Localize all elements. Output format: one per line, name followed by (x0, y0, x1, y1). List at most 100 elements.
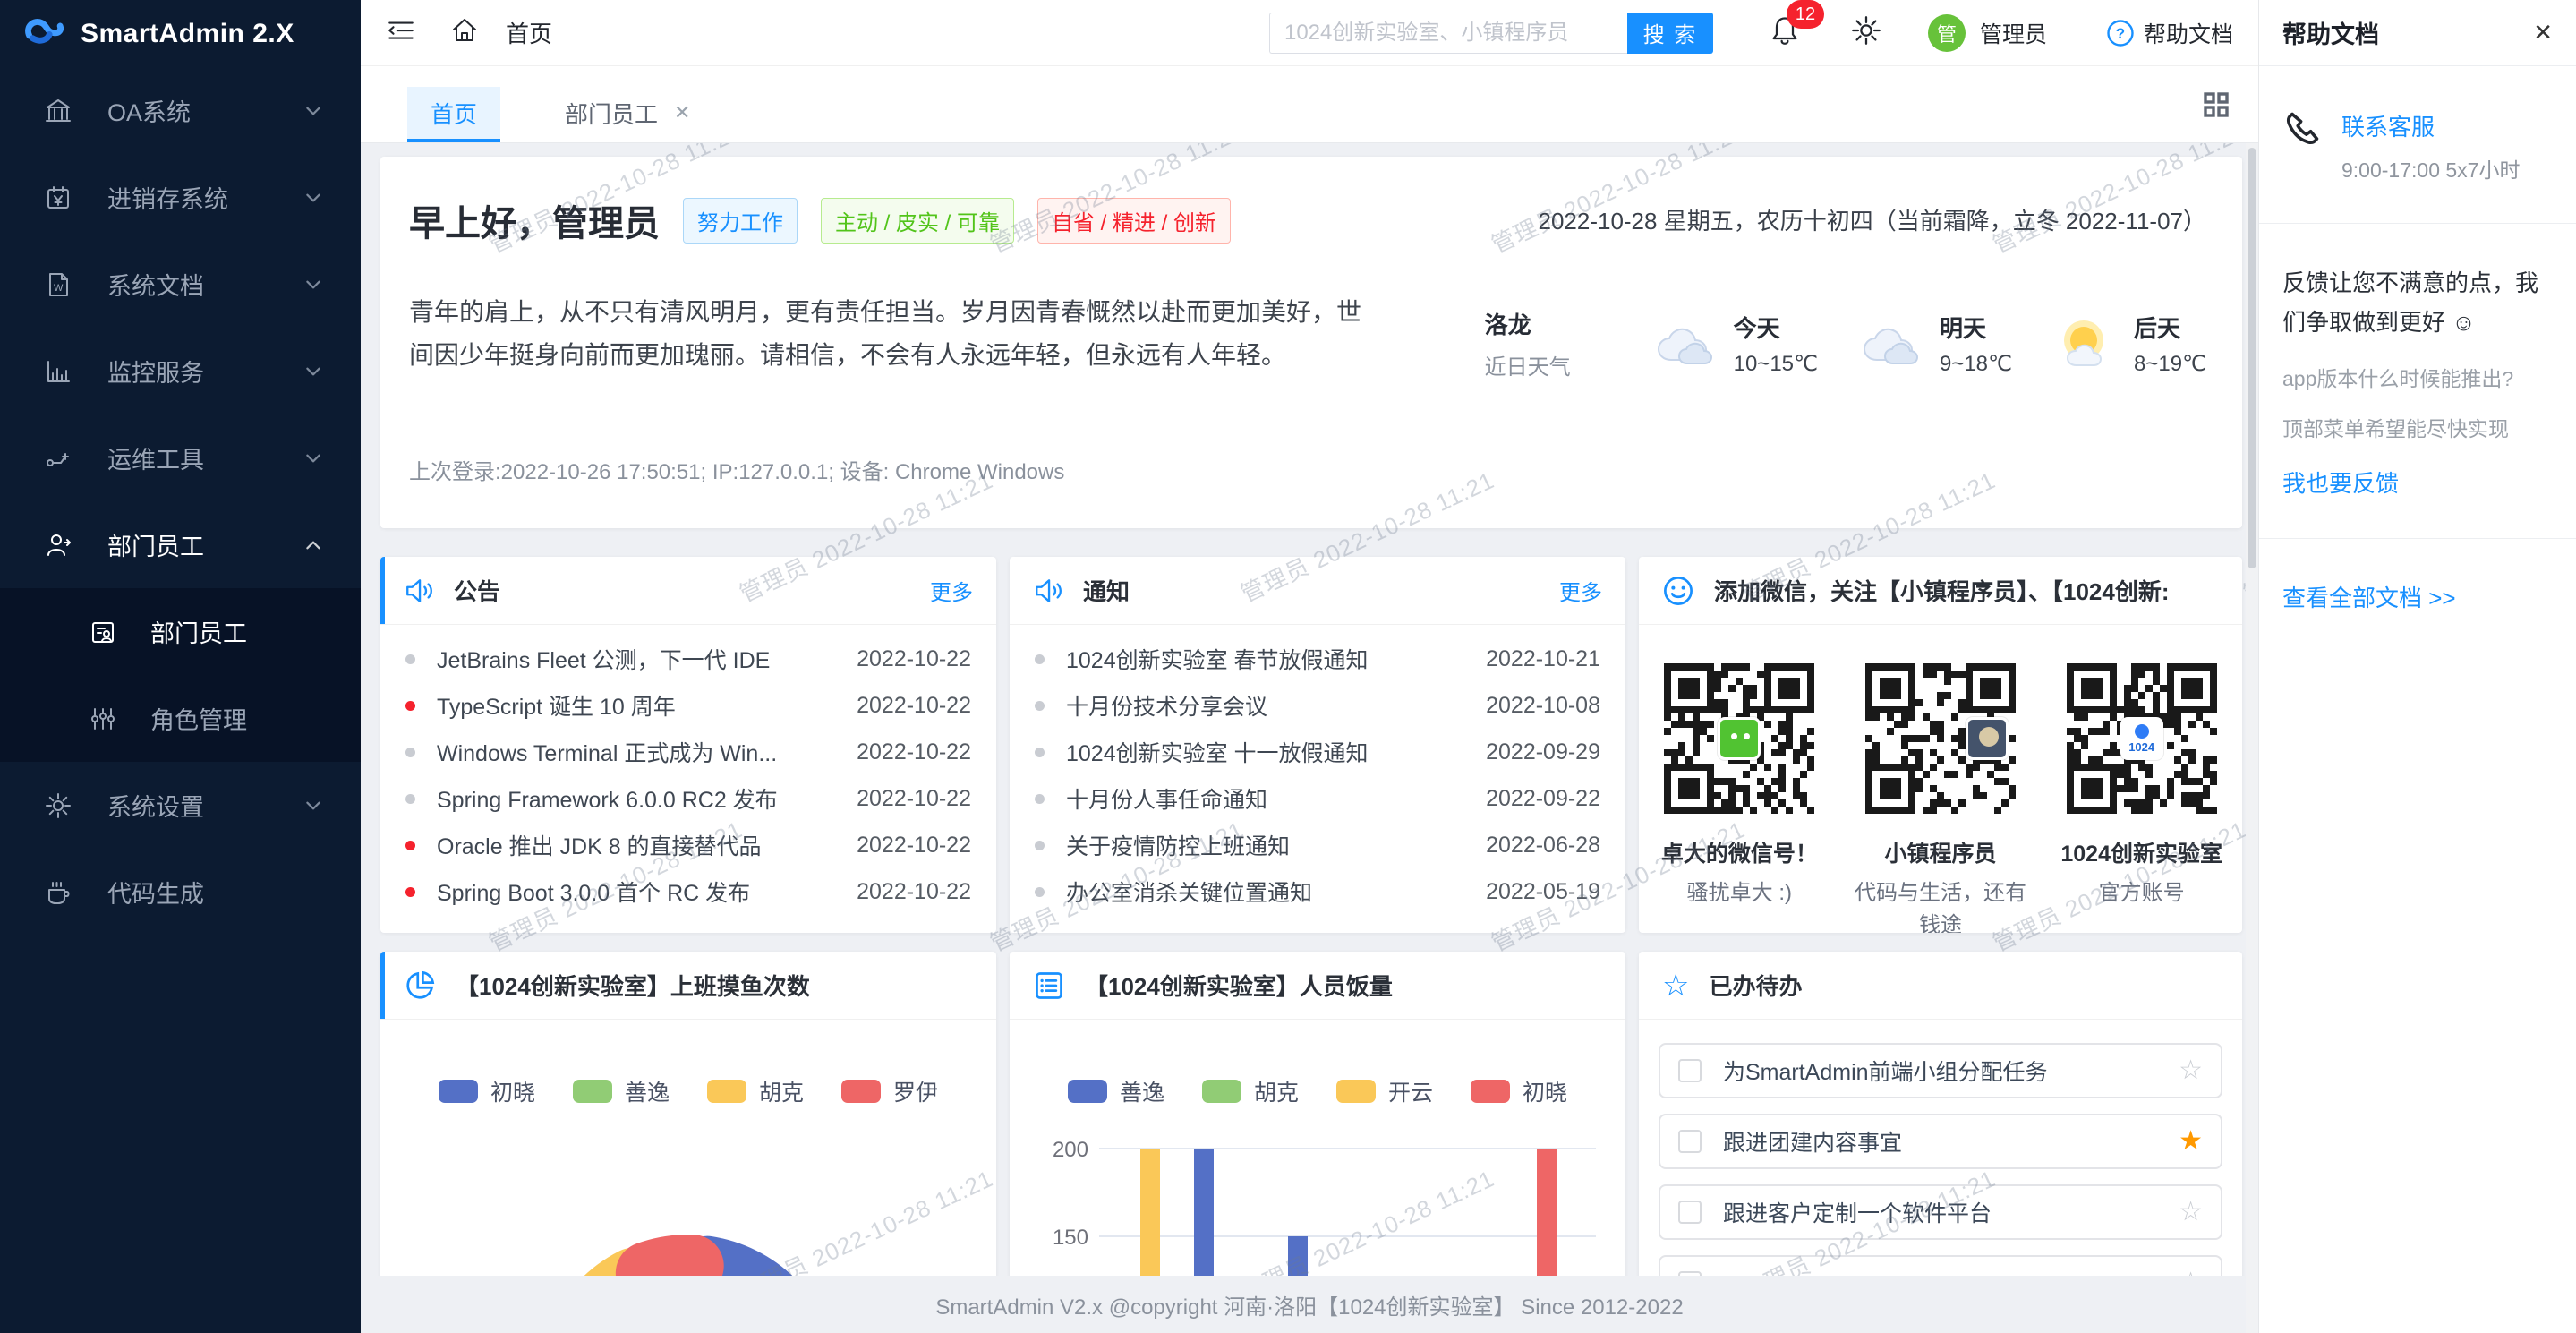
legend-item[interactable]: 善逸 (1068, 1075, 1164, 1107)
feedback-block: 反馈让您不满意的点，我们争取做到更好 ☺ app版本什么时候能推出? 顶部菜单希… (2259, 224, 2576, 499)
sidebar-item-erp[interactable]: 进销存系统 (0, 154, 361, 241)
card-title: 公告 (454, 574, 500, 607)
search-input[interactable] (1269, 13, 1627, 54)
weather-label: 近日天气 (1485, 349, 1571, 380)
view-all-docs-link[interactable]: 查看全部文档 >> (2282, 585, 2456, 611)
star-icon: ☆ (1662, 970, 1689, 1001)
settings-gear-icon[interactable] (1851, 15, 1881, 50)
legend-item[interactable]: 初晓 (1471, 1075, 1567, 1107)
svg-text:200: 200 (1053, 1138, 1088, 1162)
svg-text:W: W (54, 283, 64, 294)
tab-close-icon[interactable]: ✕ (674, 101, 690, 124)
legend-item[interactable]: 善逸 (573, 1075, 670, 1107)
welcome-card: 早上好，管理员 努力工作 主动 / 皮实 / 可靠 自省 / 精进 / 创新 2… (380, 157, 2242, 528)
list-icon (1033, 970, 1065, 1002)
sidebar-item-department[interactable]: 部门员工 (0, 501, 361, 588)
list-item[interactable]: Spring Boot 3.0.0 首个 RC 发布2022-10-22 (405, 868, 971, 915)
feedback-action-link[interactable]: 我也要反馈 (2282, 466, 2553, 499)
collapse-menu-icon[interactable] (386, 15, 416, 50)
sidebar-item-ops[interactable]: 运维工具 (0, 414, 361, 501)
list-item[interactable]: 1024创新实验室 十一放假通知2022-09-29 (1035, 729, 1600, 775)
list-item[interactable]: 十月份人事任命通知2022-09-22 (1035, 775, 1600, 822)
breadcrumb[interactable]: 首页 (506, 16, 552, 49)
megaphone-icon (1033, 576, 1063, 606)
avatar[interactable]: 管 (1928, 14, 1966, 52)
card-title: 添加微信，关注【小镇程序员】、【1024创新: (1714, 574, 2170, 607)
list-item[interactable]: 办公室消杀关键位置通知2022-05-19 (1035, 868, 1600, 915)
badge-work-hard: 努力工作 (683, 198, 798, 244)
help-doc-link[interactable]: ? 帮助文档 (2106, 17, 2233, 49)
star-icon[interactable]: ☆ (2179, 1199, 2203, 1226)
contact-support-block: 联系客服 9:00-17:00 5x7小时 (2259, 66, 2576, 184)
help-panel-title: 帮助文档 (2282, 15, 2379, 50)
avatar-logo-icon (1966, 717, 2009, 760)
list-item[interactable]: Oracle 推出 JDK 8 的直接替代品2022-10-22 (405, 822, 971, 868)
sidebar-item-docs[interactable]: W 系统文档 (0, 241, 361, 328)
coffee-icon (45, 879, 72, 906)
list-item[interactable]: 关于疫情防控上班通知2022-06-28 (1035, 822, 1600, 868)
megaphone-icon (404, 576, 434, 606)
svg-text:?: ? (2116, 25, 2125, 42)
help-panel: 帮助文档 ✕ 联系客服 9:00-17:00 5x7小时 反馈让您不满意的点，我… (2258, 0, 2576, 1333)
pie-chart-icon (404, 970, 436, 1002)
feedback-intro: 反馈让您不满意的点，我们争取做到更好 ☺ (2282, 263, 2553, 342)
todo-checkbox[interactable] (1678, 1201, 1702, 1224)
todo-checkbox[interactable] (1678, 1130, 1702, 1153)
legend-item[interactable]: 胡克 (707, 1075, 804, 1107)
cloud-icon (1651, 315, 1721, 372)
sidebar-subitem-role-manage[interactable]: 角色管理 (0, 675, 361, 762)
more-link[interactable]: 更多 (1559, 575, 1602, 606)
home-icon[interactable] (450, 16, 479, 49)
search-button[interactable]: 搜 索 (1627, 13, 1713, 54)
phone-icon (2282, 109, 2322, 149)
legend-item[interactable]: 胡克 (1202, 1075, 1299, 1107)
sidebar-item-monitor[interactable]: 监控服务 (0, 328, 361, 414)
sidebar-item-oa[interactable]: OA系统 (0, 67, 361, 154)
user-name[interactable]: 管理员 (1980, 17, 2047, 49)
more-link[interactable]: 更多 (930, 575, 973, 606)
card-title: 【1024创新实验室】上班摸鱼次数 (456, 969, 810, 1002)
user-icon (45, 532, 72, 559)
badge-motto-red: 自省 / 精进 / 创新 (1037, 198, 1231, 244)
last-login-info: 上次登录:2022-10-26 17:50:51; IP:127.0.0.1; … (409, 454, 1064, 485)
app-logo[interactable]: SmartAdmin 2.X (0, 0, 361, 67)
vertical-scrollbar[interactable] (2246, 143, 2258, 1333)
legend-item[interactable]: 罗伊 (841, 1075, 938, 1107)
question-circle-icon: ? (2106, 19, 2135, 47)
legend-item[interactable]: 开云 (1336, 1075, 1433, 1107)
close-icon[interactable]: ✕ (2533, 19, 2553, 47)
tab-options-grid-icon[interactable] (2201, 90, 2231, 124)
sidebar-item-settings[interactable]: 系统设置 (0, 762, 361, 849)
list-item[interactable]: JetBrains Fleet 公测，下一代 IDE2022-10-22 (405, 636, 971, 682)
wechat-card: 添加微信，关注【小镇程序员】、【1024创新: 卓大的微信号！ 骚扰卓大 :) … (1639, 557, 2242, 933)
date-line: 2022-10-28 星期五，农历十初四（当前霜降，立冬 2022-11-07） (1538, 203, 2206, 236)
star-filled-icon[interactable]: ★ (2179, 1128, 2203, 1155)
legend-item[interactable]: 初晓 (439, 1075, 535, 1107)
global-search: 搜 索 (1269, 13, 1713, 54)
list-item[interactable]: TypeScript 诞生 10 周年2022-10-22 (405, 682, 971, 729)
list-item[interactable]: 十月份技术分享会议2022-10-08 (1035, 682, 1600, 729)
sun-cloud-icon (2051, 315, 2121, 372)
list-item[interactable]: 1024创新实验室 春节放假通知2022-10-21 (1035, 636, 1600, 682)
bank-icon (45, 98, 72, 124)
qr-block-town-coder: 小镇程序员 代码与生活，还有钱途 (1852, 659, 2030, 933)
notice-list: 1024创新实验室 春节放假通知2022-10-21 十月份技术分享会议2022… (1010, 625, 1625, 915)
sidebar-subitem-department-staff[interactable]: 部门员工 (0, 588, 361, 675)
sidebar-item-codegen[interactable]: 代码生成 (0, 849, 361, 936)
star-icon[interactable]: ☆ (2179, 1057, 2203, 1084)
scrollbar-thumb[interactable] (2248, 148, 2256, 568)
notification-bell[interactable]: 12 (1769, 14, 1801, 51)
list-item[interactable]: Windows Terminal 正式成为 Win...2022-10-22 (405, 729, 971, 775)
contact-support-link[interactable]: 联系客服 (2341, 109, 2520, 142)
card-title: 已办待办 (1709, 969, 1802, 1002)
git-branch-icon (45, 445, 72, 472)
todo-item[interactable]: 跟进团建内容事宜 ★ (1659, 1114, 2222, 1169)
todo-checkbox[interactable] (1678, 1059, 1702, 1082)
todo-item[interactable]: 为SmartAdmin前端小组分配任务 ☆ (1659, 1043, 2222, 1098)
todo-item[interactable]: 跟进客户定制一个软件平台 ☆ (1659, 1184, 2222, 1240)
chevron-down-icon (303, 449, 323, 468)
wechat-logo-icon (1718, 717, 1761, 760)
tab-department[interactable]: 部门员工 ✕ (542, 87, 713, 142)
tab-home[interactable]: 首页 (407, 87, 500, 142)
list-item[interactable]: Spring Framework 6.0.0 RC2 发布2022-10-22 (405, 775, 971, 822)
